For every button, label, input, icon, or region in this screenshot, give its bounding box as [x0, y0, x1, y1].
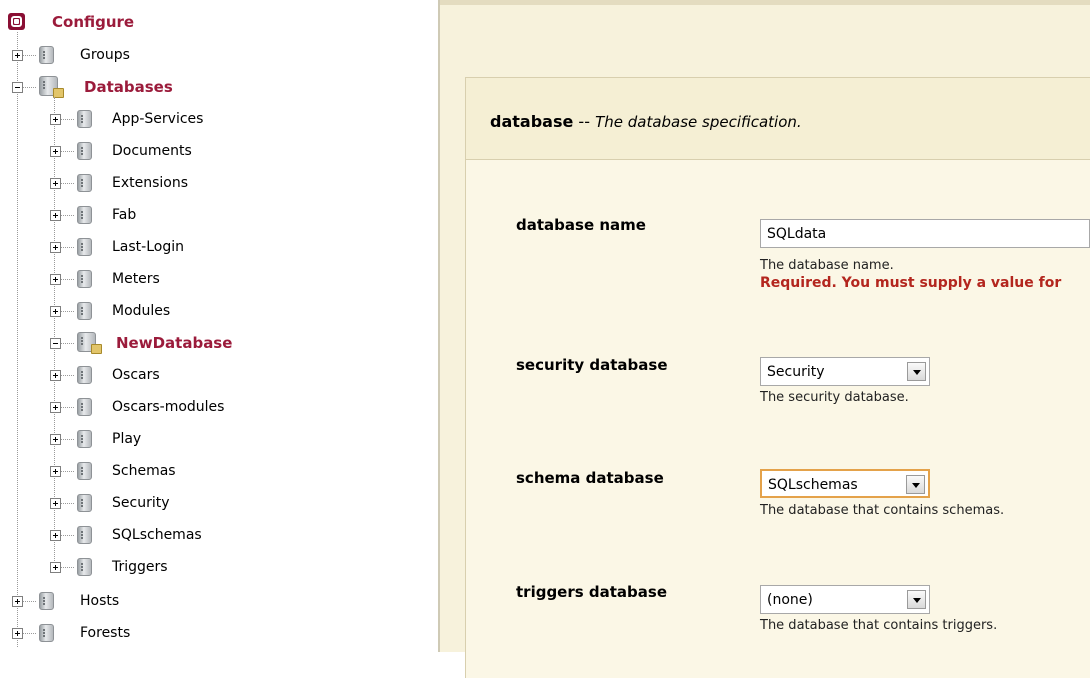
tree-item-newdatabase[interactable]: NewDatabase — [116, 335, 232, 351]
plus-expander-icon[interactable] — [50, 178, 61, 189]
tree-item-documents[interactable]: Documents — [112, 143, 192, 159]
tree-root-label[interactable]: Configure — [52, 14, 134, 30]
chevron-down-icon[interactable] — [907, 362, 926, 381]
plus-expander-icon[interactable] — [50, 210, 61, 221]
panel-title: database -- The database specification. — [490, 112, 802, 131]
security-database-label: security database — [516, 356, 668, 374]
tree-item-databases[interactable]: Databases — [84, 79, 173, 95]
tree-item-groups[interactable]: Groups — [80, 47, 130, 63]
plus-expander-icon[interactable] — [50, 498, 61, 509]
panel-title-name: database — [490, 112, 574, 131]
content-pane: database -- The database specification. … — [440, 0, 1090, 678]
plus-expander-icon[interactable] — [50, 114, 61, 125]
tree-item-play[interactable]: Play — [112, 431, 141, 447]
security-database-value: Security — [767, 364, 825, 380]
plus-expander-icon[interactable] — [50, 370, 61, 381]
tree-item-oscars[interactable]: Oscars — [112, 367, 160, 383]
database-icon — [39, 624, 54, 642]
tree-connector — [17, 32, 18, 647]
database-name-error: Required. You must supply a value for — [760, 275, 1062, 291]
tree-item-extensions[interactable]: Extensions — [112, 175, 188, 191]
database-icon — [77, 174, 92, 192]
database-icon — [77, 302, 92, 320]
top-strip — [440, 0, 1090, 5]
security-database-select[interactable]: Security — [760, 357, 930, 386]
database-icon — [77, 526, 92, 544]
security-database-help: The security database. — [760, 390, 909, 405]
tree-item-sqlschemas[interactable]: SQLschemas — [112, 527, 202, 543]
plus-expander-icon[interactable] — [50, 306, 61, 317]
tree-item-modules[interactable]: Modules — [112, 303, 170, 319]
plus-expander-icon[interactable] — [50, 402, 61, 413]
plus-expander-icon[interactable] — [50, 562, 61, 573]
database-name-input[interactable] — [760, 219, 1090, 248]
tree-item-meters[interactable]: Meters — [112, 271, 160, 287]
tree-item-triggers[interactable]: Triggers — [112, 559, 168, 575]
tree-item-forests[interactable]: Forests — [80, 625, 130, 641]
database-icon — [39, 592, 54, 610]
triggers-database-label: triggers database — [516, 583, 668, 601]
plus-expander-icon[interactable] — [50, 434, 61, 445]
database-icon — [77, 238, 92, 256]
database-icon — [77, 142, 92, 160]
tree-item-security[interactable]: Security — [112, 495, 170, 511]
schema-database-label: schema database — [516, 469, 664, 487]
config-tree: Configure Groups Databases App-Services … — [0, 0, 440, 652]
plus-expander-icon[interactable] — [12, 596, 23, 607]
plus-expander-icon[interactable] — [12, 628, 23, 639]
database-name-help: The database name. — [760, 258, 894, 273]
database-icon — [77, 110, 92, 128]
plus-expander-icon[interactable] — [50, 146, 61, 157]
database-icon — [77, 430, 92, 448]
tree-item-fab[interactable]: Fab — [112, 207, 136, 223]
configure-icon[interactable] — [8, 13, 25, 30]
database-icon — [77, 206, 92, 224]
database-icon — [39, 46, 54, 64]
database-icon — [77, 462, 92, 480]
database-folder-icon — [77, 332, 102, 354]
database-name-label: database name — [516, 216, 646, 234]
schema-database-value: SQLschemas — [768, 477, 858, 493]
plus-expander-icon[interactable] — [50, 466, 61, 477]
tree-item-oscars-modules[interactable]: Oscars-modules — [112, 399, 224, 415]
schema-database-help: The database that contains schemas. — [760, 503, 1005, 518]
panel-title-separator: -- — [578, 112, 590, 131]
panel-header: database -- The database specification. — [466, 78, 1090, 160]
tree-item-app-services[interactable]: App-Services — [112, 111, 203, 127]
tree-item-schemas[interactable]: Schemas — [112, 463, 176, 479]
database-icon — [77, 558, 92, 576]
triggers-database-help: The database that contains triggers. — [760, 618, 998, 633]
database-icon — [77, 398, 92, 416]
chevron-down-icon[interactable] — [906, 475, 925, 494]
tree-item-last-login[interactable]: Last-Login — [112, 239, 184, 255]
database-icon — [77, 494, 92, 512]
minus-expander-icon[interactable] — [12, 82, 23, 93]
chevron-down-icon[interactable] — [907, 590, 926, 609]
database-folder-icon — [39, 76, 64, 98]
database-icon — [77, 270, 92, 288]
tree-item-hosts[interactable]: Hosts — [80, 593, 119, 609]
panel-title-description: The database specification. — [595, 113, 802, 131]
plus-expander-icon[interactable] — [12, 50, 23, 61]
triggers-database-select[interactable]: (none) — [760, 585, 930, 614]
triggers-database-value: (none) — [767, 592, 813, 608]
database-spec-panel: database -- The database specification. … — [465, 77, 1090, 678]
plus-expander-icon[interactable] — [50, 530, 61, 541]
minus-expander-icon[interactable] — [50, 338, 61, 349]
plus-expander-icon[interactable] — [50, 242, 61, 253]
database-icon — [77, 366, 92, 384]
plus-expander-icon[interactable] — [50, 274, 61, 285]
schema-database-select[interactable]: SQLschemas — [760, 469, 930, 498]
